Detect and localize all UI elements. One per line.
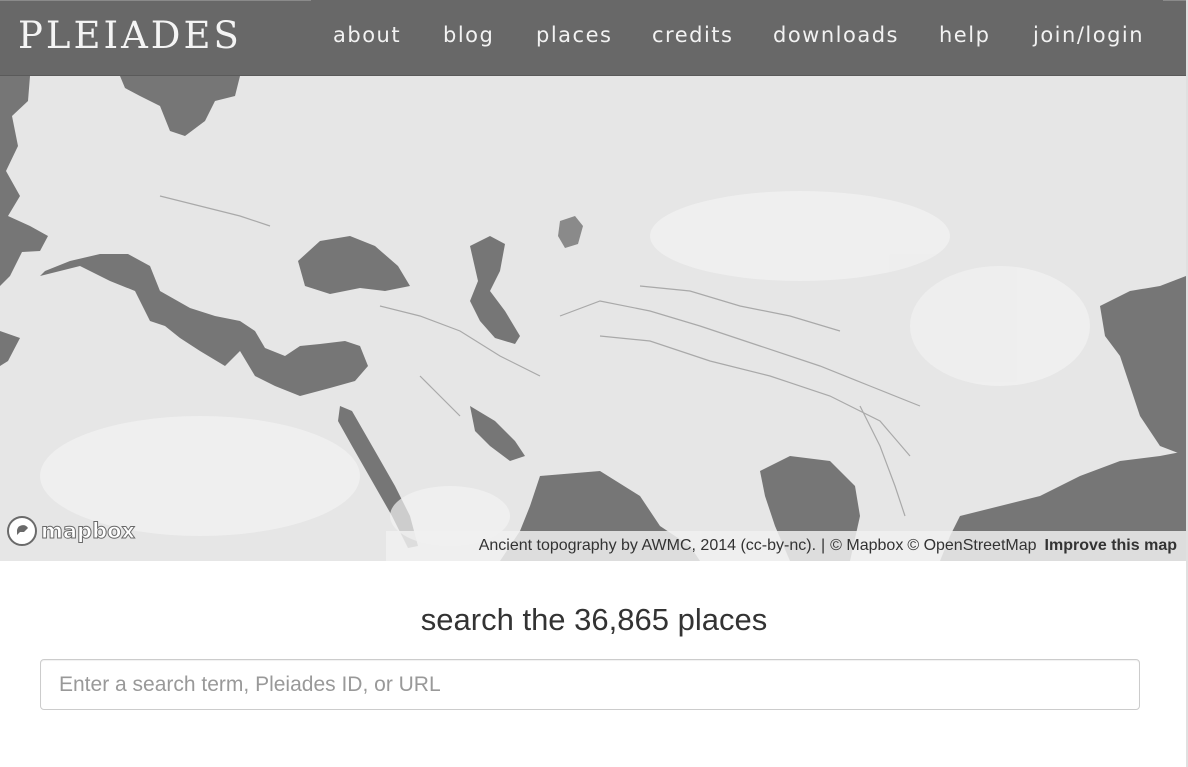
map-attribution: Ancient topography by AWMC, 2014 (cc-by-… (386, 531, 1186, 561)
header-divider (1163, 0, 1186, 1)
map-canvas (0, 76, 1186, 561)
header-divider (0, 0, 311, 1)
nav-link-about[interactable]: about (333, 25, 401, 46)
nav-link-credits[interactable]: credits (652, 25, 733, 46)
improve-map-link[interactable]: Improve this map (1045, 537, 1177, 555)
attribution-topography-link[interactable]: Ancient topography by AWMC, 2014 (cc-by-… (479, 537, 816, 555)
mapbox-logo[interactable]: mapbox (6, 515, 136, 547)
attribution-separator: | (821, 537, 826, 554)
site-logo-link[interactable]: PLEIADES (18, 17, 242, 54)
nav-link-help[interactable]: help (939, 25, 990, 46)
nav-link-join-login[interactable]: join/login (1033, 25, 1144, 46)
page: PLEIADES about blog places credits downl… (0, 0, 1188, 767)
search-input[interactable] (40, 659, 1140, 710)
map-view[interactable]: mapbox Ancient topography by AWMC, 2014 … (0, 76, 1186, 561)
attribution-osm-link[interactable]: © OpenStreetMap (907, 537, 1036, 555)
search-heading: search the 36,865 places (420, 602, 768, 637)
site-header: PLEIADES about blog places credits downl… (0, 0, 1186, 76)
nav-link-blog[interactable]: blog (443, 25, 494, 46)
nav-link-places[interactable]: places (536, 25, 612, 46)
mapbox-logo-text: mapbox (40, 519, 136, 544)
mapbox-icon (7, 516, 37, 546)
attribution-mapbox-link[interactable]: © Mapbox (830, 537, 903, 555)
nav-link-downloads[interactable]: downloads (773, 25, 899, 46)
